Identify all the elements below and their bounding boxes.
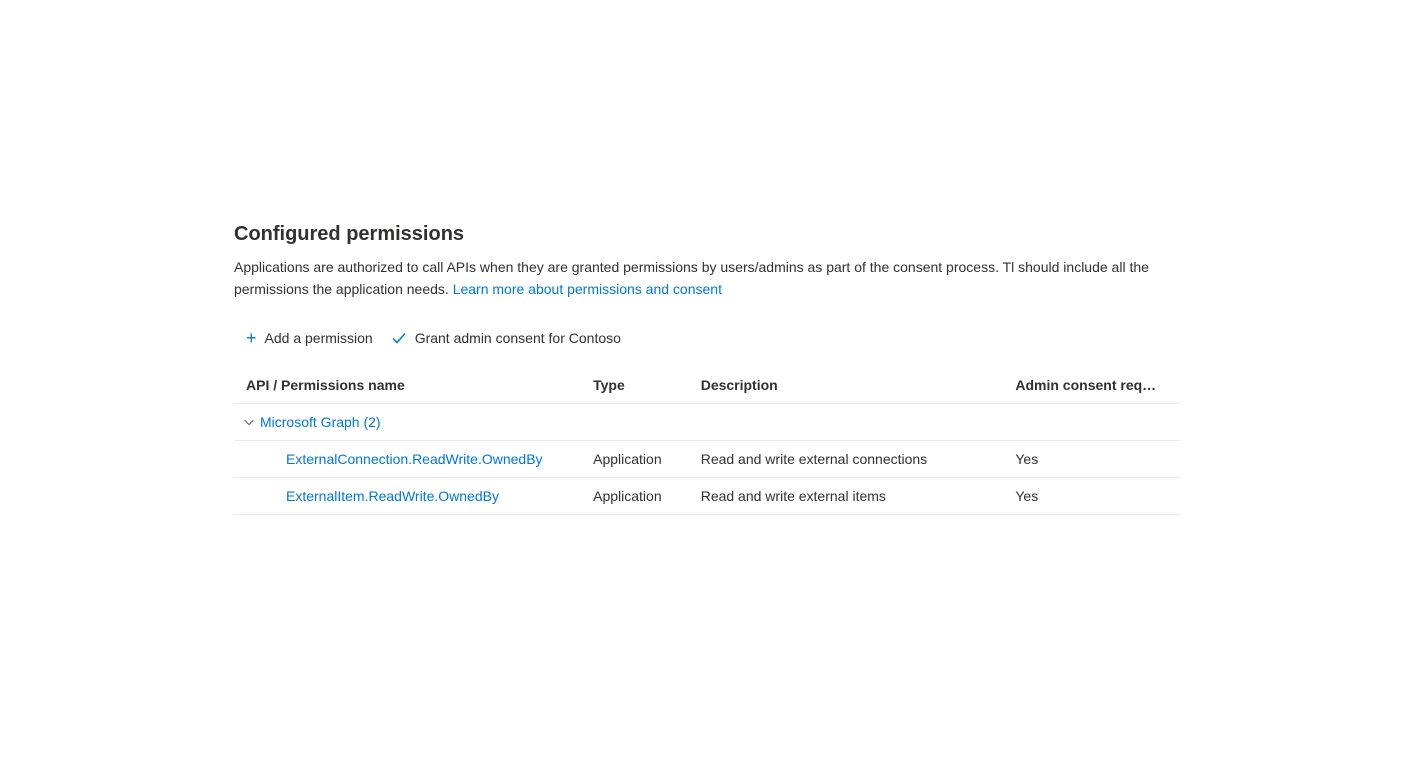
chevron-down-icon xyxy=(242,415,256,429)
toolbar: + Add a permission Grant admin consent f… xyxy=(234,329,1180,347)
permission-name-link[interactable]: ExternalItem.ReadWrite.OwnedBy xyxy=(246,488,499,504)
permission-description: Read and write external connections xyxy=(689,440,1004,477)
page-heading: Configured permissions xyxy=(234,223,1180,246)
api-group-row: Microsoft Graph (2) xyxy=(234,403,1180,440)
permission-admin-consent: Yes xyxy=(1003,440,1180,477)
grant-consent-label: Grant admin consent for Contoso xyxy=(415,330,621,346)
plus-icon: + xyxy=(246,329,257,347)
permission-type: Application xyxy=(581,440,689,477)
add-permission-label: Add a permission xyxy=(265,330,373,346)
add-permission-button[interactable]: + Add a permission xyxy=(246,329,373,347)
table-row: ExternalItem.ReadWrite.OwnedBy Applicati… xyxy=(234,477,1180,514)
check-icon xyxy=(391,330,407,346)
api-group-toggle[interactable]: Microsoft Graph (2) xyxy=(242,414,1172,430)
table-row: ExternalConnection.ReadWrite.OwnedBy App… xyxy=(234,440,1180,477)
permission-type: Application xyxy=(581,477,689,514)
column-header-admin-consent[interactable]: Admin consent req… xyxy=(1003,367,1180,404)
column-header-name[interactable]: API / Permissions name xyxy=(234,367,581,404)
api-group-label: Microsoft Graph (2) xyxy=(260,414,381,430)
grant-admin-consent-button[interactable]: Grant admin consent for Contoso xyxy=(391,329,621,347)
permissions-table: API / Permissions name Type Description … xyxy=(234,367,1180,515)
permission-admin-consent: Yes xyxy=(1003,477,1180,514)
column-header-type[interactable]: Type xyxy=(581,367,689,404)
permission-description: Read and write external items xyxy=(689,477,1004,514)
page-description: Applications are authorized to call APIs… xyxy=(234,256,1180,301)
column-header-description[interactable]: Description xyxy=(689,367,1004,404)
permission-name-link[interactable]: ExternalConnection.ReadWrite.OwnedBy xyxy=(246,451,543,467)
learn-more-link[interactable]: Learn more about permissions and consent xyxy=(453,281,722,297)
